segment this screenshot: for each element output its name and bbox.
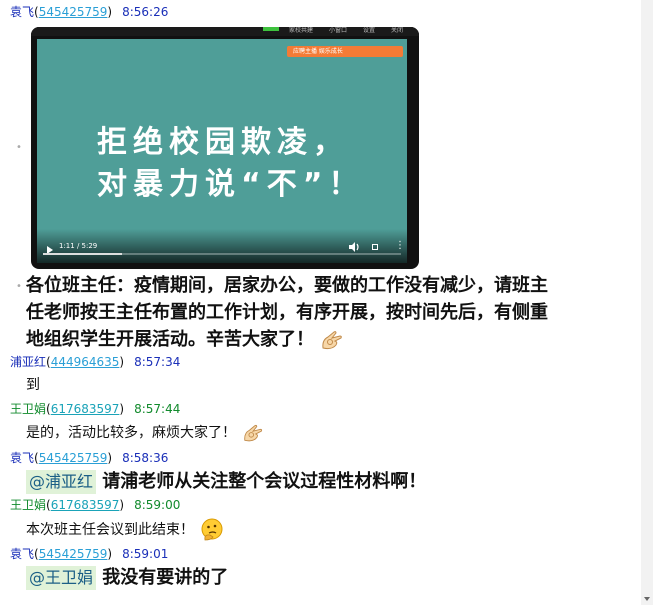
video-screen[interactable]: 应聘主播 娱乐成长 拒绝校园欺凌， 对暴力说“不”！ — [37, 39, 407, 263]
sender-name: 王卫娟 — [10, 498, 47, 512]
message-row: @王卫娟 我没有要讲的了 — [26, 566, 228, 590]
message-time: 8:57:34 — [134, 355, 181, 369]
topbar-tab[interactable]: 小窗口 — [329, 27, 347, 35]
message-time: 8:57:44 — [134, 402, 181, 416]
topbar-tab[interactable]: 家校共建 — [289, 27, 313, 35]
sender-qq-link[interactable]: 545425759 — [39, 547, 108, 561]
sender-name: 袁飞 — [10, 547, 35, 561]
message-header: 袁飞(545425759) 8:59:01 — [10, 547, 169, 561]
video-time: 1:11 / 5:29 — [59, 242, 98, 250]
video-controls: 1:11 / 5:29 ⋮ — [37, 233, 407, 259]
sender-name: 浦亚红 — [10, 355, 47, 369]
mention-tag[interactable]: @浦亚红 — [26, 470, 97, 494]
volume-icon[interactable] — [349, 242, 361, 252]
message-row: 是的，活动比较多，麻烦大家了！ — [26, 422, 266, 444]
notice-message: 各位班主任：疫情期间，居家办公，要做的工作没有减少，请班主 任老师按王主任布置的… — [26, 272, 548, 353]
sender-qq-link[interactable]: 444964635 — [51, 355, 120, 369]
topbar-indicator — [263, 27, 279, 31]
message-row: 本次班主任会议到此结束！ — [26, 518, 224, 542]
sender-qq-link[interactable]: 617683597 — [51, 402, 120, 416]
scroll-down-arrow-icon[interactable] — [644, 597, 650, 601]
sender-name: 王卫娟 — [10, 402, 47, 416]
message-header: 袁飞(545425759) 8:56:26 — [10, 5, 169, 19]
message-time: 8:56:26 — [122, 5, 169, 19]
ok-hand-icon — [322, 331, 342, 350]
message-text: 本次班主任会议到此结束！ — [26, 522, 194, 538]
mention-tag[interactable]: @王卫娟 — [26, 566, 97, 590]
message-header: 袁飞(545425759) 8:58:36 — [10, 451, 169, 465]
fullscreen-icon[interactable] — [372, 244, 378, 250]
sender-qq-link[interactable]: 545425759 — [39, 451, 108, 465]
message-text: 我没有要讲的了 — [102, 567, 229, 588]
scrollbar[interactable] — [641, 0, 653, 605]
message-text: 到 — [26, 377, 40, 393]
notice-line: 地组织学生开展活动。辛苦大家了！ — [26, 329, 314, 350]
notice-line: 各位班主任：疫情期间，居家办公，要做的工作没有减少，请班主 — [26, 275, 548, 296]
video-title-line2: 对暴力说“不”！ — [97, 167, 365, 202]
video-topbar: 家校共建 小窗口 设置 关闭 — [31, 27, 419, 36]
progress-bar[interactable] — [43, 253, 401, 255]
message-time: 8:59:00 — [134, 498, 181, 512]
message-header: 浦亚红(444964635) 8:57:34 — [10, 355, 181, 369]
message-time: 8:58:36 — [122, 451, 169, 465]
bullet-icon: • — [16, 281, 22, 292]
sender-name: 袁飞 — [10, 5, 35, 19]
sender-qq-link[interactable]: 545425759 — [39, 5, 108, 19]
bullet-icon: • — [16, 142, 22, 153]
progress-fill — [43, 253, 122, 255]
sender-qq-link[interactable]: 617683597 — [51, 498, 120, 512]
topbar-tab[interactable]: 关闭 — [391, 27, 403, 35]
message-header: 王卫娟(617683597) 8:59:00 — [10, 498, 181, 512]
ok-hand-icon — [244, 424, 263, 442]
message-header: 王卫娟(617683597) 8:57:44 — [10, 402, 181, 416]
topbar-tab[interactable]: 设置 — [363, 27, 375, 35]
notice-line: 任老师按王主任布置的工作计划，有序开展，按时间先后，有侧重 — [26, 302, 548, 323]
video-banner: 应聘主播 娱乐成长 — [287, 46, 403, 57]
message-row: @浦亚红 请浦老师从关注整个会议过程性材料啊！ — [26, 470, 426, 494]
video-title-line1: 拒绝校园欺凌， — [97, 125, 349, 160]
message-time: 8:59:01 — [122, 547, 169, 561]
sender-name: 袁飞 — [10, 451, 35, 465]
message-text: 请浦老师从关注整个会议过程性材料啊！ — [102, 471, 427, 492]
thinking-face-icon — [201, 518, 223, 541]
message-text: 是的，活动比较多，麻烦大家了！ — [26, 425, 236, 441]
video-player[interactable]: 应聘主播 娱乐成长 拒绝校园欺凌， 对暴力说“不”！ 家校共建 小窗口 设置 关… — [31, 27, 419, 269]
more-options-icon[interactable]: ⋮ — [395, 241, 405, 251]
